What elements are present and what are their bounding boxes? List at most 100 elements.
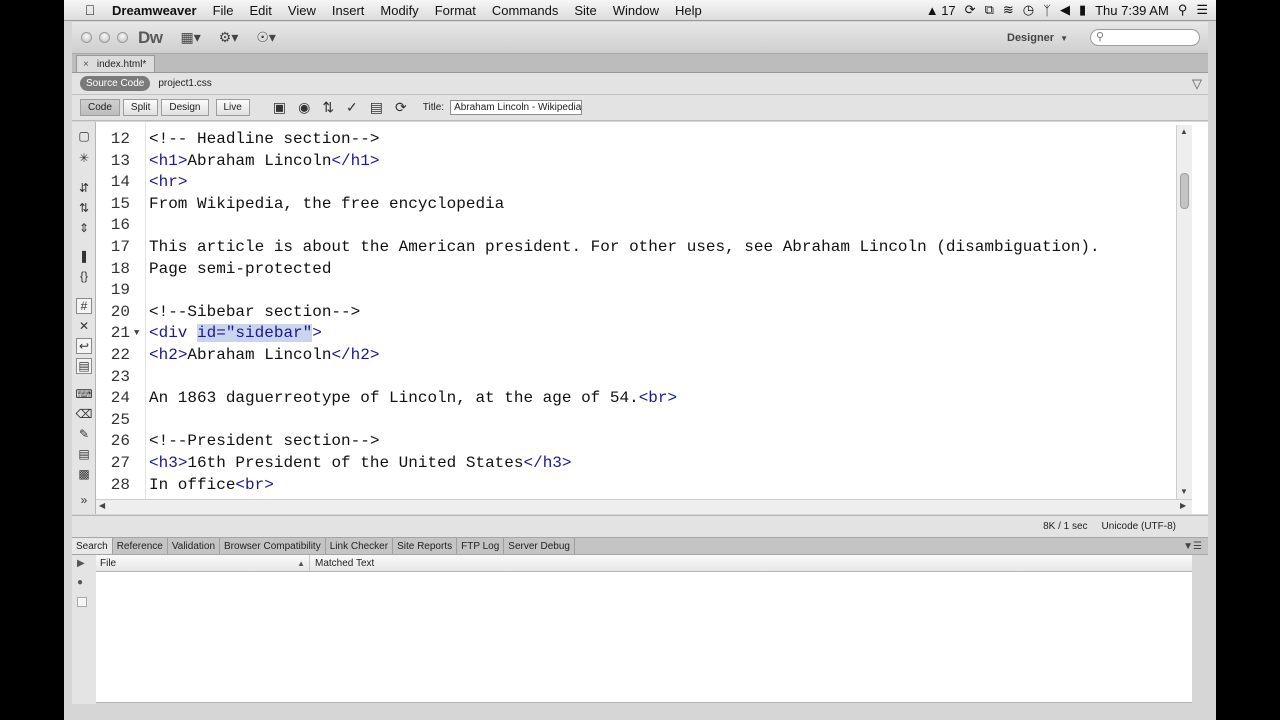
code-vertical-scrollbar[interactable]: ▲ ▼ bbox=[1176, 125, 1192, 499]
zoom-window-button[interactable] bbox=[117, 32, 128, 43]
file-management-icon[interactable]: ⇅ bbox=[322, 99, 334, 116]
display-icon[interactable]: ⧉ bbox=[985, 2, 994, 18]
related-file-css[interactable]: project1.css bbox=[158, 78, 211, 89]
code-line[interactable]: 25 bbox=[96, 410, 1176, 432]
source-code-button[interactable]: Source Code bbox=[80, 76, 151, 91]
tab-search[interactable]: Search bbox=[72, 538, 113, 554]
help-search-input[interactable]: ⚲ bbox=[1090, 29, 1200, 46]
menu-app-name[interactable]: Dreamweaver bbox=[100, 3, 205, 18]
live-view-button[interactable]: Live bbox=[215, 99, 250, 116]
spotlight-icon[interactable]: ⚲ bbox=[1178, 2, 1188, 18]
move-css-icon[interactable]: ▩ bbox=[76, 466, 92, 482]
visual-aids-icon[interactable]: ▤ bbox=[370, 99, 383, 116]
tab-validation[interactable]: Validation bbox=[168, 538, 221, 554]
battery-icon[interactable]: ▮ bbox=[1079, 2, 1086, 18]
volume-icon[interactable]: ◀ bbox=[1060, 2, 1070, 18]
open-documents-icon[interactable]: ▢ bbox=[76, 128, 92, 144]
notification-icon[interactable]: ☰ bbox=[1196, 2, 1208, 18]
tab-ftp-log[interactable]: FTP Log bbox=[457, 538, 505, 554]
close-window-button[interactable] bbox=[81, 32, 92, 43]
code-line[interactable]: 19 bbox=[96, 280, 1176, 302]
code-line[interactable]: 27 <h3>16th President of the United State… bbox=[96, 453, 1176, 475]
code-line[interactable]: 20 <!--Sibebar section--> bbox=[96, 302, 1176, 324]
menu-insert[interactable]: Insert bbox=[324, 3, 373, 18]
code-line[interactable]: 18 Page semi-protected bbox=[96, 259, 1176, 281]
menu-window[interactable]: Window bbox=[605, 3, 667, 18]
code-horizontal-scrollbar[interactable]: ◀ ▶ bbox=[96, 499, 1192, 514]
menu-edit[interactable]: Edit bbox=[242, 3, 280, 18]
code-line[interactable]: 23 bbox=[96, 367, 1176, 389]
scroll-left-icon[interactable]: ◀ bbox=[99, 501, 105, 510]
remove-comment-icon[interactable]: ⌫ bbox=[76, 406, 93, 422]
code-line[interactable]: 11 bbox=[96, 122, 1176, 129]
panel-menu-icon[interactable]: ▼☰ bbox=[1183, 541, 1202, 552]
sync-icon[interactable]: ⟳ bbox=[965, 2, 976, 18]
wrap-tag-icon[interactable]: ✎ bbox=[76, 426, 92, 442]
save-report-icon[interactable] bbox=[77, 597, 87, 607]
apple-icon[interactable]:  bbox=[80, 2, 100, 18]
layout-icon[interactable]: ▦▾ bbox=[181, 29, 201, 46]
fold-arrow-icon[interactable]: ▼ bbox=[134, 323, 139, 345]
scroll-right-icon[interactable]: ▶ bbox=[1180, 501, 1186, 510]
menu-site[interactable]: Site bbox=[566, 3, 604, 18]
tab-index-html[interactable]: × index.html* bbox=[76, 55, 156, 72]
apply-comment-icon[interactable]: ⌨ bbox=[75, 386, 92, 402]
menu-file[interactable]: File bbox=[205, 3, 242, 18]
select-parent-tag-icon[interactable]: ❚ bbox=[76, 248, 92, 264]
tab-site-reports[interactable]: Site Reports bbox=[393, 538, 458, 554]
tab-reference[interactable]: Reference bbox=[113, 538, 168, 554]
menu-help[interactable]: Help bbox=[667, 3, 710, 18]
balance-braces-icon[interactable]: {} bbox=[76, 268, 92, 284]
encoding[interactable]: Unicode (UTF-8) bbox=[1102, 521, 1176, 532]
adobe-icon[interactable]: ▲ 17 bbox=[926, 3, 956, 18]
highlight-invalid-code-icon[interactable]: ✕ bbox=[76, 318, 92, 334]
menu-view[interactable]: View bbox=[280, 3, 324, 18]
split-view-button[interactable]: Split bbox=[122, 99, 159, 116]
multiscreen-icon[interactable]: ▣ bbox=[273, 99, 286, 116]
w3c-validation-icon[interactable]: ✓ bbox=[346, 99, 358, 116]
code-line[interactable]: 28 In office<br> bbox=[96, 475, 1176, 497]
code-line[interactable]: 12 <!-- Headline section--> bbox=[96, 129, 1176, 151]
expand-all-icon[interactable]: ⇕ bbox=[76, 220, 92, 236]
code-line[interactable]: 26 <!--President section--> bbox=[96, 431, 1176, 453]
scroll-up-icon[interactable]: ▲ bbox=[1180, 127, 1188, 136]
results-list[interactable] bbox=[96, 572, 1192, 703]
refresh-icon[interactable]: ⟳ bbox=[395, 99, 407, 116]
menu-modify[interactable]: Modify bbox=[372, 3, 426, 18]
design-view-button[interactable]: Design bbox=[161, 99, 209, 116]
code-line[interactable]: 15 From Wikipedia, the free encyclopedia bbox=[96, 194, 1176, 216]
code-editor[interactable]: 11 12 <!-- Headline section--> 13 <h1>Abra… bbox=[96, 122, 1208, 514]
menu-commands[interactable]: Commands bbox=[484, 3, 566, 18]
stop-icon[interactable]: ● bbox=[77, 577, 83, 588]
tab-browser-compatibility[interactable]: Browser Compatibility bbox=[220, 538, 326, 554]
minimize-window-button[interactable] bbox=[99, 32, 110, 43]
code-line[interactable]: 13 <h1>Abraham Lincoln</h1> bbox=[96, 151, 1176, 173]
tab-link-checker[interactable]: Link Checker bbox=[326, 538, 394, 554]
code-line[interactable]: 16 bbox=[96, 215, 1176, 237]
recent-snippets-icon[interactable]: ▤ bbox=[76, 446, 92, 462]
close-tab-icon[interactable]: × bbox=[83, 59, 89, 70]
collapse-full-tag-icon[interactable]: ⇵ bbox=[76, 180, 92, 196]
bluetooth-icon[interactable]: ᛉ bbox=[1043, 3, 1051, 18]
column-file[interactable]: File ▲ bbox=[96, 555, 310, 571]
workspace-switcher[interactable]: Designer ▼ bbox=[1007, 32, 1068, 44]
filter-icon[interactable]: ▽ bbox=[1192, 76, 1202, 92]
word-wrap-icon[interactable]: ↩ bbox=[76, 338, 92, 354]
scrollbar-thumb[interactable] bbox=[1180, 173, 1189, 209]
extend-icon[interactable]: ⚙▾ bbox=[219, 29, 239, 46]
column-matched-text[interactable]: Matched Text bbox=[310, 555, 374, 571]
menu-format[interactable]: Format bbox=[427, 3, 484, 18]
code-line-selected[interactable]: 21 ▼ <div id="sidebar"> bbox=[96, 323, 1176, 345]
code-line[interactable]: 24 An 1863 daguerreotype of Lincoln, at t… bbox=[96, 388, 1176, 410]
play-icon[interactable]: ▶ bbox=[77, 558, 85, 569]
show-code-navigator-icon[interactable]: ✳ bbox=[76, 150, 92, 166]
clock[interactable]: Thu 7:39 AM bbox=[1095, 3, 1169, 18]
time-machine-icon[interactable]: ◷ bbox=[1023, 2, 1034, 18]
code-line[interactable]: 22 <h2>Abraham Lincoln</h2> bbox=[96, 345, 1176, 367]
preview-browser-icon[interactable]: ◉ bbox=[298, 99, 310, 116]
collapse-selection-icon[interactable]: ⇅ bbox=[76, 200, 92, 216]
title-input[interactable]: Abraham Lincoln - Wikipedia bbox=[450, 100, 583, 115]
code-view-button[interactable]: Code bbox=[80, 99, 120, 116]
scroll-down-icon[interactable]: ▼ bbox=[1180, 487, 1188, 496]
tab-server-debug[interactable]: Server Debug bbox=[504, 538, 575, 554]
